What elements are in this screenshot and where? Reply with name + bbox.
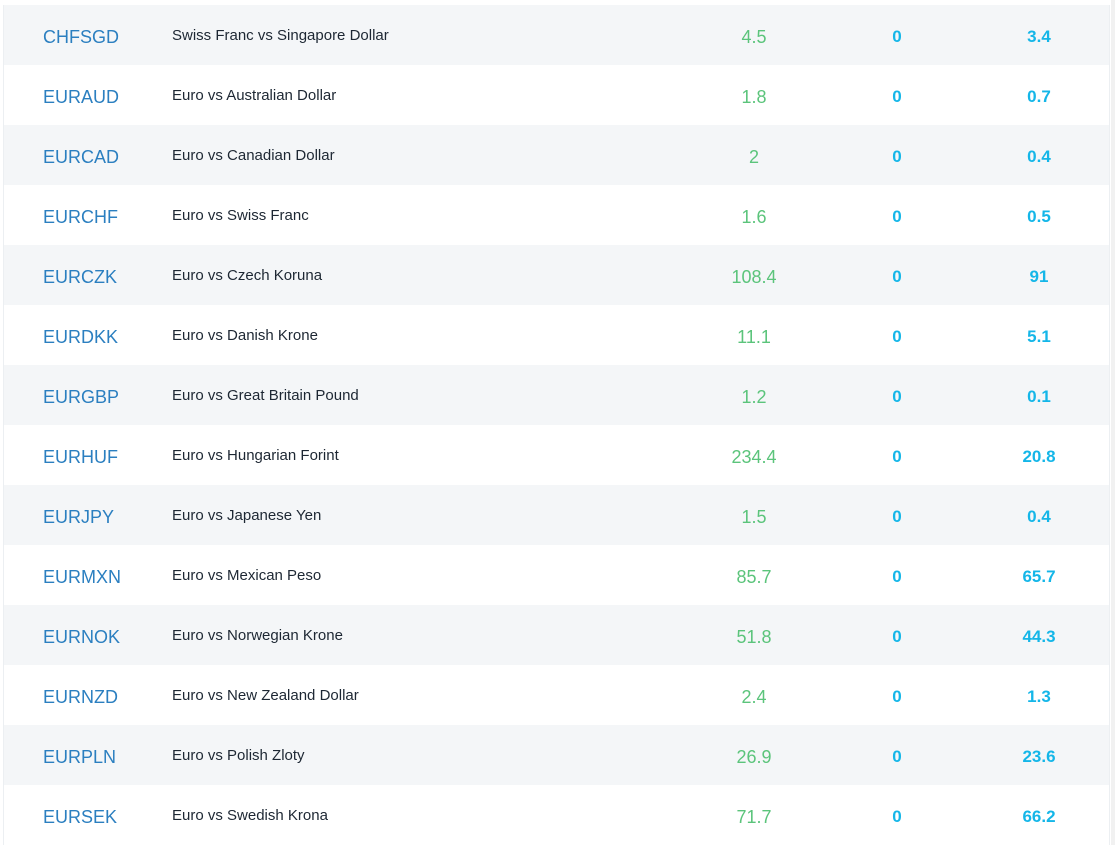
symbol-link[interactable]: EURJPY bbox=[43, 485, 114, 547]
symbol-link[interactable]: EURNZD bbox=[43, 665, 118, 727]
spread-value: 234.4 bbox=[731, 446, 777, 467]
instrument-description: Euro vs Danish Krone bbox=[172, 326, 318, 344]
highlight-value: 5.1 bbox=[1027, 327, 1051, 346]
table-row: CHFSGD Swiss Franc vs Singapore Dollar 4… bbox=[4, 5, 1109, 65]
highlight-value: 66.2 bbox=[1022, 807, 1056, 826]
symbol-link[interactable]: EURDKK bbox=[43, 305, 118, 367]
table-row: EURJPY Euro vs Japanese Yen 1.5 0 0.4 bbox=[4, 485, 1109, 545]
highlight-value: 65.7 bbox=[1022, 567, 1056, 586]
zero-value: 0 bbox=[892, 447, 902, 466]
symbol-link[interactable]: EURNOK bbox=[43, 605, 120, 667]
highlight-value: 0.5 bbox=[1027, 207, 1051, 226]
zero-value: 0 bbox=[892, 147, 902, 166]
spread-value: 1.8 bbox=[741, 86, 767, 107]
instrument-description: Euro vs Polish Zloty bbox=[172, 746, 305, 764]
symbol-link[interactable]: CHFSGD bbox=[43, 5, 119, 67]
symbol-link[interactable]: EURHUF bbox=[43, 425, 118, 487]
spread-value: 2 bbox=[748, 146, 759, 167]
zero-value: 0 bbox=[892, 207, 902, 226]
zero-value: 0 bbox=[892, 267, 902, 286]
zero-value: 0 bbox=[892, 327, 902, 346]
instrument-description: Euro vs New Zealand Dollar bbox=[172, 686, 359, 704]
page-scrollbar[interactable] bbox=[1111, 0, 1115, 845]
symbol-link[interactable]: EURAUD bbox=[43, 65, 119, 127]
spread-value: 26.9 bbox=[736, 746, 772, 767]
zero-value: 0 bbox=[892, 627, 902, 646]
spread-value: 51.8 bbox=[736, 626, 772, 647]
instrument-description: Euro vs Japanese Yen bbox=[172, 506, 322, 524]
highlight-value: 1.3 bbox=[1027, 687, 1051, 706]
highlight-value: 3.4 bbox=[1027, 27, 1051, 46]
spread-value: 2.4 bbox=[741, 686, 767, 707]
instrument-description: Euro vs Swiss Franc bbox=[172, 206, 309, 224]
instrument-description: Euro vs Hungarian Forint bbox=[172, 446, 339, 464]
highlight-value: 0.7 bbox=[1027, 87, 1051, 106]
table-row: EURCHF Euro vs Swiss Franc 1.6 0 0.5 bbox=[4, 185, 1109, 245]
instrument-description: Euro vs Australian Dollar bbox=[172, 86, 337, 104]
spread-value: 1.6 bbox=[741, 206, 767, 227]
highlight-value: 91 bbox=[1029, 267, 1049, 286]
table-row: EURSEK Euro vs Swedish Krona 71.7 0 66.2 bbox=[4, 785, 1109, 845]
symbol-link[interactable]: EURCAD bbox=[43, 125, 119, 187]
highlight-value: 0.4 bbox=[1027, 507, 1051, 526]
spread-value: 4.5 bbox=[741, 26, 767, 47]
highlight-value: 23.6 bbox=[1022, 747, 1056, 766]
symbol-link[interactable]: EURSEK bbox=[43, 785, 117, 847]
table-row: EURAUD Euro vs Australian Dollar 1.8 0 0… bbox=[4, 65, 1109, 125]
table-row: EURGBP Euro vs Great Britain Pound 1.2 0… bbox=[4, 365, 1109, 425]
highlight-value: 0.4 bbox=[1027, 147, 1051, 166]
highlight-value: 0.1 bbox=[1027, 387, 1051, 406]
zero-value: 0 bbox=[892, 87, 902, 106]
spread-value: 1.5 bbox=[741, 506, 767, 527]
instrument-description: Euro vs Norwegian Krone bbox=[172, 626, 343, 644]
instrument-description: Swiss Franc vs Singapore Dollar bbox=[172, 26, 389, 44]
instrument-description: Euro vs Czech Koruna bbox=[172, 266, 323, 284]
spread-value: 71.7 bbox=[736, 806, 772, 827]
symbol-link[interactable]: EURCHF bbox=[43, 185, 118, 247]
spread-value: 108.4 bbox=[731, 266, 777, 287]
table-row: EURHUF Euro vs Hungarian Forint 234.4 0 … bbox=[4, 425, 1109, 485]
spread-value: 1.2 bbox=[741, 386, 767, 407]
instrument-description: Euro vs Swedish Krona bbox=[172, 806, 328, 824]
highlight-value: 20.8 bbox=[1022, 447, 1056, 466]
instruments-table: CHFSGD Swiss Franc vs Singapore Dollar 4… bbox=[3, 5, 1110, 845]
zero-value: 0 bbox=[892, 567, 902, 586]
zero-value: 0 bbox=[892, 27, 902, 46]
table-row: EURCAD Euro vs Canadian Dollar 2 0 0.4 bbox=[4, 125, 1109, 185]
zero-value: 0 bbox=[892, 507, 902, 526]
symbol-link[interactable]: EURMXN bbox=[43, 545, 121, 607]
zero-value: 0 bbox=[892, 687, 902, 706]
table-row: EURMXN Euro vs Mexican Peso 85.7 0 65.7 bbox=[4, 545, 1109, 605]
table-row: EURCZK Euro vs Czech Koruna 108.4 0 91 bbox=[4, 245, 1109, 305]
table-row: EURPLN Euro vs Polish Zloty 26.9 0 23.6 bbox=[4, 725, 1109, 785]
zero-value: 0 bbox=[892, 387, 902, 406]
symbol-link[interactable]: EURCZK bbox=[43, 245, 117, 307]
instrument-description: Euro vs Canadian Dollar bbox=[172, 146, 335, 164]
zero-value: 0 bbox=[892, 807, 902, 826]
zero-value: 0 bbox=[892, 747, 902, 766]
table-row: EURNOK Euro vs Norwegian Krone 51.8 0 44… bbox=[4, 605, 1109, 665]
spread-value: 11.1 bbox=[737, 326, 771, 347]
instrument-description: Euro vs Great Britain Pound bbox=[172, 386, 359, 404]
spread-value: 85.7 bbox=[736, 566, 772, 587]
table-row: EURNZD Euro vs New Zealand Dollar 2.4 0 … bbox=[4, 665, 1109, 725]
instrument-description: Euro vs Mexican Peso bbox=[172, 566, 322, 584]
symbol-link[interactable]: EURPLN bbox=[43, 725, 116, 787]
table-row: EURDKK Euro vs Danish Krone 11.1 0 5.1 bbox=[4, 305, 1109, 365]
highlight-value: 44.3 bbox=[1022, 627, 1056, 646]
symbol-link[interactable]: EURGBP bbox=[43, 365, 119, 427]
